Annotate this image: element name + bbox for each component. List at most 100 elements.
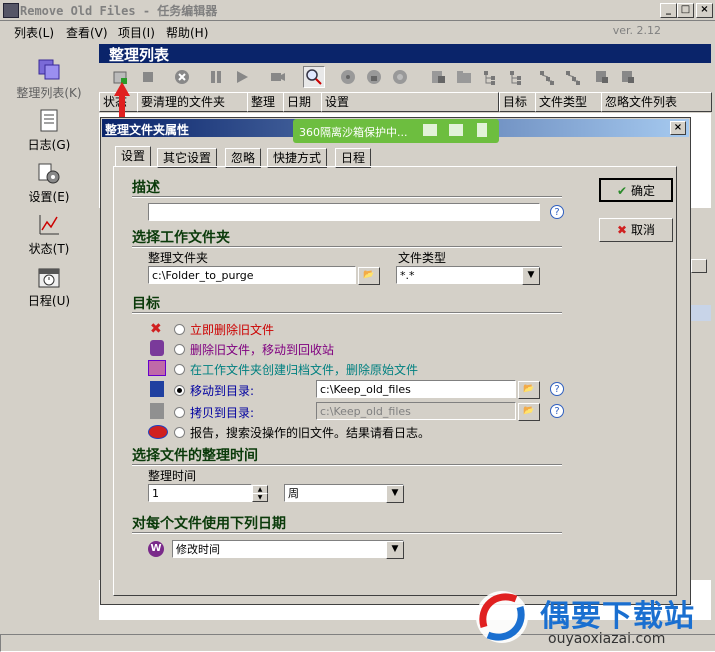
menu-item[interactable]: 项目(I)	[118, 24, 155, 41]
dialog-close-button[interactable]: ×	[670, 121, 686, 135]
date-select[interactable]: 修改时间	[172, 540, 404, 558]
move-path-input[interactable]: c:\Keep_old_files	[316, 380, 516, 398]
tree-expand-icon[interactable]	[507, 68, 525, 86]
help-icon[interactable]: ?	[550, 404, 564, 418]
folder-icon[interactable]	[449, 124, 463, 136]
date-icon: W	[148, 541, 164, 557]
search-icon[interactable]	[303, 66, 325, 88]
delete-now-icon: ✖	[150, 321, 162, 337]
sandbox-text: 360隔离沙箱保护中...	[299, 126, 408, 139]
column-filetype[interactable]: 文件类型	[535, 92, 602, 112]
browse-folder-icon[interactable]: 📂	[358, 267, 380, 285]
settings-icon	[36, 160, 62, 186]
tab-settings[interactable]: 设置	[115, 146, 152, 167]
cross-icon: ✖	[617, 223, 628, 237]
nav-item-schedule[interactable]: 日程(U)	[4, 264, 94, 309]
pin-icon[interactable]	[477, 123, 487, 137]
radio-move[interactable]	[174, 385, 185, 396]
dialog-title: 整理文件夹属性	[105, 123, 190, 137]
help-icon[interactable]: ?	[550, 382, 564, 396]
nav-item-settings[interactable]: 设置(E)	[4, 160, 94, 205]
watermark: 偶要下载站 ouyaoxiazai.com	[470, 585, 715, 650]
tree-icon[interactable]	[481, 68, 499, 86]
option-report[interactable]: 报告，搜索没操作的旧文件。结果请看日志。	[190, 424, 430, 441]
log-icon	[36, 108, 62, 134]
panel-header: 整理列表	[99, 44, 711, 64]
folder-icon[interactable]	[455, 68, 473, 86]
option-copy[interactable]: 拷贝到目录:	[190, 404, 254, 421]
chevron-down-icon[interactable]: ▼	[386, 485, 404, 503]
maximize-button[interactable]: □	[677, 3, 694, 18]
tab-shortcuts[interactable]: 快捷方式	[267, 148, 328, 168]
spin-down-button[interactable]: ▼	[252, 493, 268, 502]
section-divider	[132, 312, 562, 314]
description-input[interactable]	[148, 203, 540, 221]
folder-label: 整理文件夹	[148, 251, 209, 265]
pause-icon[interactable]	[207, 68, 225, 86]
monitor-icon[interactable]	[423, 124, 437, 136]
browse-copy-icon[interactable]: 📂	[518, 403, 540, 421]
restore-box[interactable]	[691, 259, 707, 273]
tab-schedule[interactable]: 日程	[335, 148, 372, 168]
menu-list[interactable]: 列表(L)	[14, 24, 54, 41]
menu-view[interactable]: 查看(V)	[66, 24, 108, 41]
archive-icon	[148, 360, 166, 376]
chevron-down-icon[interactable]: ▼	[386, 541, 404, 559]
watermark-brand: 偶要下载站	[540, 599, 695, 634]
column-date[interactable]: 日期	[283, 92, 322, 112]
schedule-icon	[36, 264, 62, 290]
option-move[interactable]: 移动到目录:	[190, 382, 254, 399]
nav-item-log[interactable]: 日志(G)	[4, 108, 94, 153]
cog-icon[interactable]	[391, 68, 409, 86]
column-target[interactable]: 目标	[499, 92, 536, 112]
filetype-select[interactable]: *.*	[396, 266, 540, 284]
close-button[interactable]: ×	[696, 3, 713, 18]
section-divider	[132, 532, 562, 534]
version-label: ver. 2.12	[612, 24, 661, 37]
status-icon	[36, 212, 62, 238]
list-icon	[36, 56, 62, 82]
paste-icon[interactable]	[619, 68, 637, 86]
column-ignore[interactable]: 忽略文件列表	[601, 92, 712, 112]
sandbox-banner[interactable]: 360隔离沙箱保护中...	[293, 119, 499, 143]
ok-button[interactable]: ✔ 确定	[599, 178, 673, 202]
tab-other-settings[interactable]: 其它设置	[157, 148, 218, 168]
move-icon	[150, 381, 164, 397]
chevron-down-icon[interactable]: ▼	[522, 267, 540, 285]
sort-icon[interactable]	[429, 68, 447, 86]
radio-archive[interactable]	[174, 364, 185, 375]
tab-ignore[interactable]: 忽略	[225, 148, 262, 168]
option-delete-now[interactable]: 立即删除旧文件	[190, 321, 274, 338]
radio-delete-now[interactable]	[174, 324, 185, 335]
option-recycle[interactable]: 删除旧文件，移动到回收站	[190, 341, 334, 358]
radio-copy[interactable]	[174, 407, 185, 418]
help-icon[interactable]: ?	[550, 205, 564, 219]
column-purge[interactable]: 整理	[247, 92, 284, 112]
copy-path-input[interactable]: c:\Keep_old_files	[316, 402, 516, 420]
section-description: 描述	[132, 180, 160, 196]
record-icon[interactable]	[269, 68, 287, 86]
minimize-button[interactable]: _	[660, 3, 677, 18]
section-divider	[132, 196, 562, 198]
ok-label: 确定	[630, 184, 655, 198]
tree-down-icon[interactable]	[563, 68, 581, 86]
nav-item-status[interactable]: 状态(T)	[4, 212, 94, 257]
nav-item-list[interactable]: 整理列表(K)	[4, 56, 94, 101]
copy-icon[interactable]	[593, 68, 611, 86]
radio-recycle[interactable]	[174, 344, 185, 355]
time-input[interactable]: 1	[148, 484, 252, 502]
play-icon[interactable]	[233, 68, 251, 86]
option-archive[interactable]: 在工作文件夹创建归档文件，删除原始文件	[190, 361, 418, 378]
folder-input[interactable]: c:\Folder_to_purge	[148, 266, 356, 284]
radio-report[interactable]	[174, 427, 185, 438]
report-icon	[148, 425, 168, 439]
cancel-button[interactable]: ✖ 取消	[599, 218, 673, 242]
menu-help[interactable]: 帮助(H)	[166, 24, 208, 41]
tree-up-icon[interactable]	[537, 68, 555, 86]
gear-icon[interactable]	[339, 68, 357, 86]
section-divider	[132, 246, 562, 248]
browse-move-icon[interactable]: 📂	[518, 381, 540, 399]
column-settings[interactable]: 设置	[321, 92, 499, 112]
lock-icon[interactable]	[365, 68, 383, 86]
delete-icon[interactable]	[173, 68, 191, 86]
